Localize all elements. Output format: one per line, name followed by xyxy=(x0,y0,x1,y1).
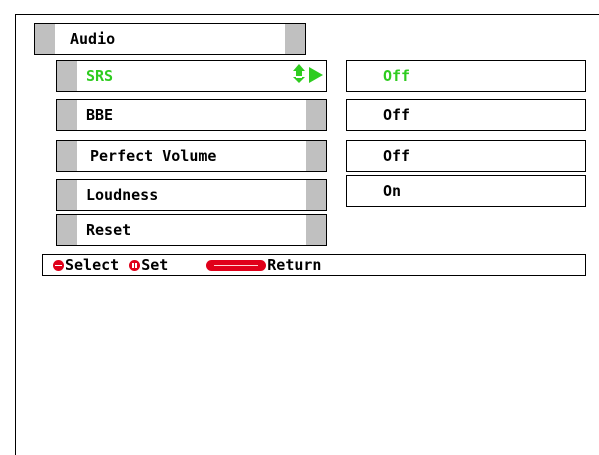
return-button-icon xyxy=(206,259,267,271)
menu-item-bbe[interactable]: BBE xyxy=(56,99,327,131)
adjust-indicator xyxy=(291,63,327,87)
menu-item-label: SRS xyxy=(86,67,114,85)
up-down-arrow-icon xyxy=(293,64,323,83)
bbe-value[interactable]: Off xyxy=(346,99,586,131)
select-button-icon xyxy=(53,259,64,271)
bar-cap-right xyxy=(306,141,326,171)
set-hint: Set xyxy=(141,256,169,274)
help-bar: Select Set Return xyxy=(42,254,586,276)
menu-item-label: Reset xyxy=(86,221,132,239)
bar-cap-left xyxy=(57,180,77,210)
menu-item-srs[interactable]: SRS xyxy=(56,60,327,92)
menu-item-label: Perfect Volume xyxy=(90,147,217,165)
bar-cap-left xyxy=(57,215,77,245)
perfect-volume-value[interactable]: Off xyxy=(346,140,586,172)
srs-value[interactable]: Off xyxy=(346,60,586,92)
bar-cap-right xyxy=(306,180,326,210)
select-hint: Select xyxy=(65,256,120,274)
loudness-value[interactable]: On xyxy=(346,175,586,207)
bar-cap-left xyxy=(57,141,77,171)
bar-cap-left xyxy=(35,24,55,54)
bar-cap-right xyxy=(285,24,305,54)
bar-cap-right xyxy=(306,215,326,245)
menu-item-reset[interactable]: Reset xyxy=(56,214,327,246)
menu-title: Audio xyxy=(70,30,116,48)
menu-item-loudness[interactable]: Loudness xyxy=(56,179,327,211)
set-button-icon xyxy=(129,259,141,271)
menu-title-bar: Audio xyxy=(34,23,306,55)
bar-cap-right xyxy=(306,100,326,130)
bar-cap-left xyxy=(57,100,77,130)
return-hint: Return xyxy=(267,256,322,274)
menu-item-label: BBE xyxy=(86,106,114,124)
bar-cap-left xyxy=(57,61,77,91)
menu-item-perfect-volume[interactable]: Perfect Volume xyxy=(56,140,327,172)
menu-item-label: Loudness xyxy=(86,186,159,204)
